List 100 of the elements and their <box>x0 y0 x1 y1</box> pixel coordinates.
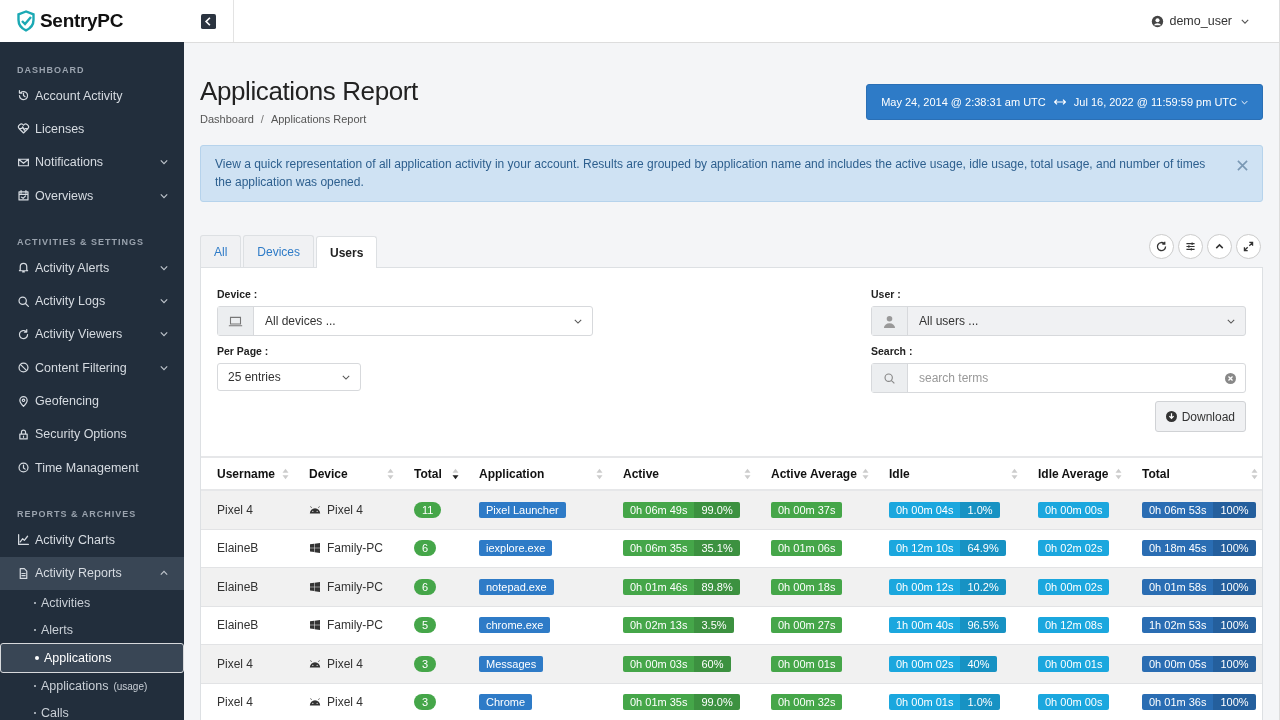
tab[interactable]: All <box>200 235 242 267</box>
refresh-button[interactable] <box>1149 234 1174 259</box>
column-header[interactable]: Username <box>217 466 276 481</box>
sidebar-subitem[interactable]: Applications <box>0 643 184 674</box>
count-badge: 3 <box>414 655 437 672</box>
sidebar-item[interactable]: Security Options <box>0 417 184 451</box>
chevron-down-icon <box>1227 318 1235 324</box>
download-button[interactable]: Download <box>1154 401 1246 432</box>
sidebar-item[interactable]: Licenses <box>0 112 184 146</box>
sidebar-item[interactable]: Geofencing <box>0 384 184 418</box>
tab[interactable]: Users <box>316 236 378 268</box>
breadcrumb-link[interactable]: Dashboard <box>200 113 254 125</box>
sidebar-section-title: ACTIVITIES & SETTINGS <box>16 236 145 250</box>
active-time-badge: 0h 01m 46s 89.8% <box>623 578 740 595</box>
sidebar-item[interactable]: Notifications <box>0 145 184 179</box>
column-header[interactable]: Active <box>623 466 660 481</box>
logo-name: SentryPC <box>40 10 124 32</box>
application-tag[interactable]: Messages <box>479 655 544 672</box>
chevron-icon <box>160 192 168 199</box>
active-average-badge: 0h 00m 32s <box>771 694 843 711</box>
total-time-badge: 0h 01m 36s 100% <box>1142 694 1256 711</box>
sliders-icon <box>1184 240 1197 253</box>
user-select[interactable]: All users ... <box>871 306 1246 336</box>
active-time-badge: 0h 01m 35s 99.0% <box>623 694 740 711</box>
table-cell: Family-PC <box>327 579 383 594</box>
application-tag[interactable]: Pixel Launcher <box>479 501 566 518</box>
chevron-icon <box>160 570 168 577</box>
column-header[interactable]: Total <box>1142 466 1170 481</box>
column-header[interactable]: Idle Average <box>1038 466 1109 481</box>
chevron-icon <box>160 331 168 338</box>
field-label: Per Page : <box>217 345 270 357</box>
idle-average-badge: 0h 00m 02s <box>1038 578 1110 595</box>
count-badge: 11 <box>414 501 442 518</box>
active-average-badge: 0h 01m 06s <box>771 540 843 557</box>
sidebar-item[interactable]: Time Management <box>0 450 184 485</box>
column-header[interactable]: Total <box>414 466 442 481</box>
application-tag[interactable]: notepad.exe <box>479 578 554 595</box>
clock-icon <box>17 461 30 475</box>
date-range-button[interactable]: May 24, 2014 @ 2:38:31 am UTC Jul 16, 2022 @ 11:59:59 pm UTC <box>866 84 1263 120</box>
sidebar-subitem[interactable]: Calls <box>0 699 184 720</box>
collapse-sidebar-icon[interactable] <box>201 13 216 29</box>
sidebar-subitem[interactable]: Activities <box>0 589 184 617</box>
idle-average-badge: 0h 12m 08s <box>1038 617 1110 634</box>
count-badge: 5 <box>414 617 437 634</box>
search-icon <box>882 371 897 385</box>
search-field[interactable]: search terms <box>871 363 1246 393</box>
application-tag[interactable]: iexplore.exe <box>479 540 553 557</box>
tab[interactable]: Devices <box>243 235 315 267</box>
sort-icon[interactable] <box>452 467 459 480</box>
table-cell: Family-PC <box>327 618 383 633</box>
active-average-badge: 0h 00m 01s <box>771 655 843 672</box>
sidebar-subitem[interactable]: Alerts <box>0 616 184 644</box>
column-header[interactable]: Application <box>479 466 545 481</box>
table-cell: Pixel 4 <box>327 695 364 710</box>
double-arrow-icon <box>1053 99 1066 105</box>
user-menu[interactable]: demo_user <box>1151 14 1279 28</box>
clear-icon[interactable] <box>1225 372 1236 384</box>
android-icon <box>309 697 321 708</box>
idle-average-badge: 0h 02m 02s <box>1038 540 1110 557</box>
table-cell: Pixel 4 <box>217 502 254 517</box>
sidebar-item[interactable]: Account Activity <box>0 79 184 113</box>
chevron-down-icon <box>342 374 350 380</box>
table-cell: Pixel 4 <box>217 695 254 710</box>
sidebar-item[interactable]: Activity Viewers <box>0 317 184 352</box>
column-header[interactable]: Device <box>309 466 348 481</box>
search-input[interactable]: search terms <box>908 364 1225 392</box>
sidebar-item[interactable]: Content Filtering <box>0 351 184 385</box>
settings-button[interactable] <box>1178 234 1203 259</box>
sidebar-item[interactable]: Overviews <box>0 178 184 213</box>
ban-icon <box>17 361 30 375</box>
total-time-badge: 0h 00m 05s 100% <box>1142 655 1256 672</box>
active-time-badge: 0h 06m 35s 35.1% <box>623 540 740 557</box>
sidebar-subitem[interactable]: Applications (usage) <box>0 673 184 700</box>
active-time-badge: 0h 06m 49s 99.0% <box>623 501 740 518</box>
refresh-icon <box>1155 240 1168 253</box>
sidebar-item[interactable]: Activity Reports <box>0 556 184 590</box>
column-header[interactable]: Idle <box>889 466 910 481</box>
chevron-icon <box>160 264 168 271</box>
expand-button[interactable] <box>1236 234 1261 259</box>
expand-icon <box>1242 240 1255 253</box>
sidebar-item[interactable]: Activity Alerts <box>0 251 184 285</box>
sidebar-item[interactable]: Activity Logs <box>0 284 184 318</box>
per-page-select[interactable]: 25 entries <box>217 363 361 391</box>
total-time-badge: 0h 01m 58s 100% <box>1142 578 1256 595</box>
person-icon <box>882 314 897 328</box>
windows-icon <box>309 581 321 592</box>
field-label: Device : <box>217 288 259 300</box>
table-cell: Pixel 4 <box>217 656 254 671</box>
breadcrumb-separator: / <box>260 113 264 125</box>
device-select[interactable]: All devices ... <box>217 306 593 336</box>
history-icon <box>17 89 30 103</box>
chevron-icon <box>160 159 168 166</box>
column-header[interactable]: Active Average <box>771 466 857 481</box>
application-tag[interactable]: chrome.exe <box>479 617 551 634</box>
sidebar-item[interactable]: Activity Charts <box>0 523 184 557</box>
android-icon <box>309 658 321 669</box>
windows-icon <box>309 620 321 631</box>
application-tag[interactable]: Chrome <box>479 694 533 711</box>
caret-icon <box>1241 18 1249 24</box>
close-icon[interactable] <box>1237 160 1248 171</box>
